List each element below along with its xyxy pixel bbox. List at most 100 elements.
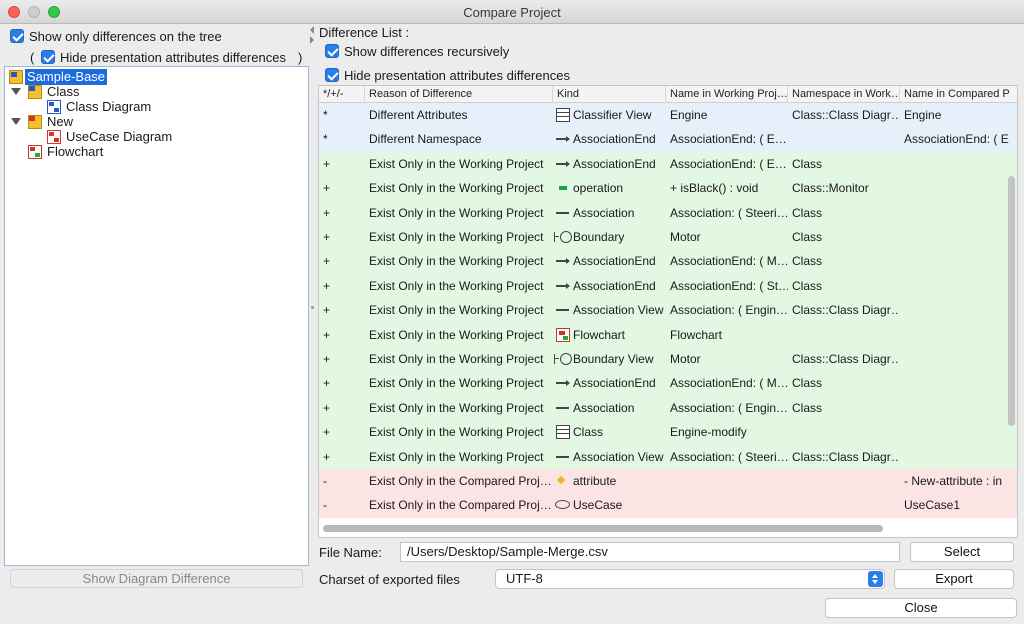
tree-item-class[interactable]: Class xyxy=(9,84,129,100)
difference-table[interactable]: */+/- Reason of Difference Kind Name in … xyxy=(318,85,1018,538)
cell-mark: + xyxy=(323,278,331,293)
attribute-icon xyxy=(556,475,566,485)
tree-item-label: UseCase Diagram xyxy=(66,129,173,144)
expand-arrow-icon[interactable] xyxy=(11,88,21,95)
class-icon xyxy=(556,425,570,440)
table-row[interactable]: + Exist Only in the Working Project Bounda… xyxy=(319,347,1017,372)
kind-label: Association xyxy=(573,400,635,415)
cell-kind: Boundary xyxy=(553,225,666,249)
cell-ns xyxy=(788,420,900,444)
cell-ns xyxy=(788,493,900,517)
cell-name: Association: ( Engin… xyxy=(670,400,788,415)
association-end-icon xyxy=(556,136,570,143)
tree-item-flowchart[interactable]: Flowchart xyxy=(9,144,159,160)
table-row[interactable]: + Exist Only in the Working Project Class E… xyxy=(319,420,1017,445)
cell-name: Engine xyxy=(670,108,708,122)
package-icon xyxy=(28,115,42,129)
hide-presentation-checkbox[interactable] xyxy=(325,68,339,82)
window-title: Compare Project xyxy=(463,5,561,20)
cell-reason: Exist Only in the Working Project xyxy=(369,400,544,415)
show-only-diff-label: Show only differences on the tree xyxy=(29,29,222,44)
table-row[interactable]: + Exist Only in the Working Project Associ… xyxy=(319,298,1017,323)
cell-reason: Exist Only in the Working Project xyxy=(369,230,544,244)
kind-label: Flowchart xyxy=(573,327,626,342)
charset-label: Charset of exported files xyxy=(319,572,460,587)
usecase-icon xyxy=(555,500,570,510)
table-row[interactable]: + Exist Only in the Working Project Associ… xyxy=(319,151,1017,177)
kind-label: operation xyxy=(573,181,624,196)
association-view-icon xyxy=(556,309,569,312)
cell-ns: Class::Class Diagr… xyxy=(792,108,900,122)
kind-label: attribute xyxy=(573,474,617,488)
horizontal-scrollbar[interactable] xyxy=(323,525,883,532)
tree-item-class-diagram[interactable]: Class Diagram xyxy=(9,99,209,115)
table-row[interactable]: + Exist Only in the Working Project Bounda… xyxy=(319,225,1017,250)
tree-item-usecase-diagram[interactable]: UseCase Diagram xyxy=(9,129,229,145)
tree-item-new[interactable]: New xyxy=(9,114,129,130)
collapse-right-arrow-icon[interactable] xyxy=(310,36,314,44)
cell-name: AssociationEnd: ( M… xyxy=(670,376,788,391)
cell-cname: AssociationEnd: ( E xyxy=(904,132,1009,147)
kind-label: Boundary xyxy=(573,230,625,244)
table-row[interactable]: * Different Namespace AssociationEnd Associ… xyxy=(319,127,1017,152)
tree-hide-presentation-label: Hide presentation attributes differences xyxy=(60,50,286,65)
table-row[interactable]: + Exist Only in the Working Project Associ… xyxy=(319,444,1017,469)
cell-reason: Exist Only in the Working Project xyxy=(369,327,544,342)
cell-kind: Association xyxy=(553,201,666,225)
select-button[interactable]: Select xyxy=(910,542,1014,562)
column-header-mark[interactable]: */+/- xyxy=(319,86,365,103)
cell-reason: Exist Only in the Compared Proj… xyxy=(369,474,552,488)
show-only-diff-checkbox[interactable] xyxy=(10,29,24,43)
cell-mark: + xyxy=(323,327,331,342)
cell-name: Motor xyxy=(670,230,701,244)
cell-cname xyxy=(900,420,1017,444)
table-row[interactable]: * Different Attributes Classifier View Engi… xyxy=(319,103,1017,128)
column-header-reason[interactable]: Reason of Difference xyxy=(365,86,553,103)
charset-select[interactable]: UTF-8 xyxy=(495,569,885,589)
cell-reason: Exist Only in the Compared Proj… xyxy=(369,498,552,513)
cell-cname xyxy=(900,249,1017,273)
column-header-name-compared[interactable]: Name in Compared P xyxy=(900,86,1017,103)
cell-name: Engine-modify xyxy=(670,425,747,440)
column-header-namespace-working[interactable]: Namespace in Work… xyxy=(788,86,900,103)
tree-item-label: Sample-Base xyxy=(25,69,108,85)
cell-name: AssociationEnd: ( E… xyxy=(670,156,787,171)
association-view-icon xyxy=(556,455,569,458)
close-button[interactable]: Close xyxy=(825,598,1017,618)
file-name-field[interactable]: /Users/Desktop/Sample-Merge.csv xyxy=(400,542,900,562)
table-row[interactable]: + Exist Only in the Working Project Associ… xyxy=(319,200,1017,225)
table-row[interactable]: + Exist Only in the Working Project Associ… xyxy=(319,371,1017,396)
tree-item-label: Class xyxy=(47,84,80,99)
collapse-left-arrow-icon[interactable] xyxy=(310,26,314,34)
table-row[interactable]: + Exist Only in the Working Project Associ… xyxy=(319,395,1017,421)
table-row[interactable]: + Exist Only in the Working Project Flowch… xyxy=(319,322,1017,347)
cell-cname xyxy=(900,201,1017,225)
table-row[interactable]: - Exist Only in the Compared Proj… UseCase… xyxy=(319,493,1017,518)
cell-cname xyxy=(900,274,1017,298)
column-header-name-working[interactable]: Name in Working Proj… xyxy=(666,86,788,103)
column-header-kind[interactable]: Kind xyxy=(553,86,666,103)
expand-arrow-icon[interactable] xyxy=(11,118,21,125)
table-row[interactable]: - Exist Only in the Compared Proj… attribu… xyxy=(319,469,1017,494)
cell-mark: + xyxy=(323,352,331,366)
show-recursive-checkbox[interactable] xyxy=(325,44,339,58)
cell-kind: AssociationEnd xyxy=(553,274,666,298)
cell-kind: Class xyxy=(553,420,666,444)
project-tree[interactable]: Sample-Base Class Class Diagram New UseC… xyxy=(4,66,309,566)
table-row[interactable]: + Exist Only in the Working Project Associ… xyxy=(319,249,1017,274)
cell-cname xyxy=(900,323,1017,347)
show-diagram-difference-button[interactable]: Show Diagram Difference xyxy=(10,569,303,588)
cell-name: AssociationEnd: ( St… xyxy=(670,278,788,293)
cell-reason: Exist Only in the Working Project xyxy=(369,181,544,196)
export-button[interactable]: Export xyxy=(894,569,1014,589)
vertical-scrollbar[interactable] xyxy=(1008,176,1015,426)
cell-ns xyxy=(788,323,900,347)
cell-mark: + xyxy=(323,425,331,440)
cell-reason: Different Attributes xyxy=(369,108,468,122)
association-end-icon xyxy=(556,160,570,167)
table-row[interactable]: + Exist Only in the Working Project operat… xyxy=(319,176,1017,201)
table-row[interactable]: + Exist Only in the Working Project Associ… xyxy=(319,273,1017,299)
cell-name: Association: ( Engin… xyxy=(670,303,788,318)
tree-hide-presentation-checkbox[interactable] xyxy=(41,50,55,64)
cell-reason: Exist Only in the Working Project xyxy=(369,254,544,269)
